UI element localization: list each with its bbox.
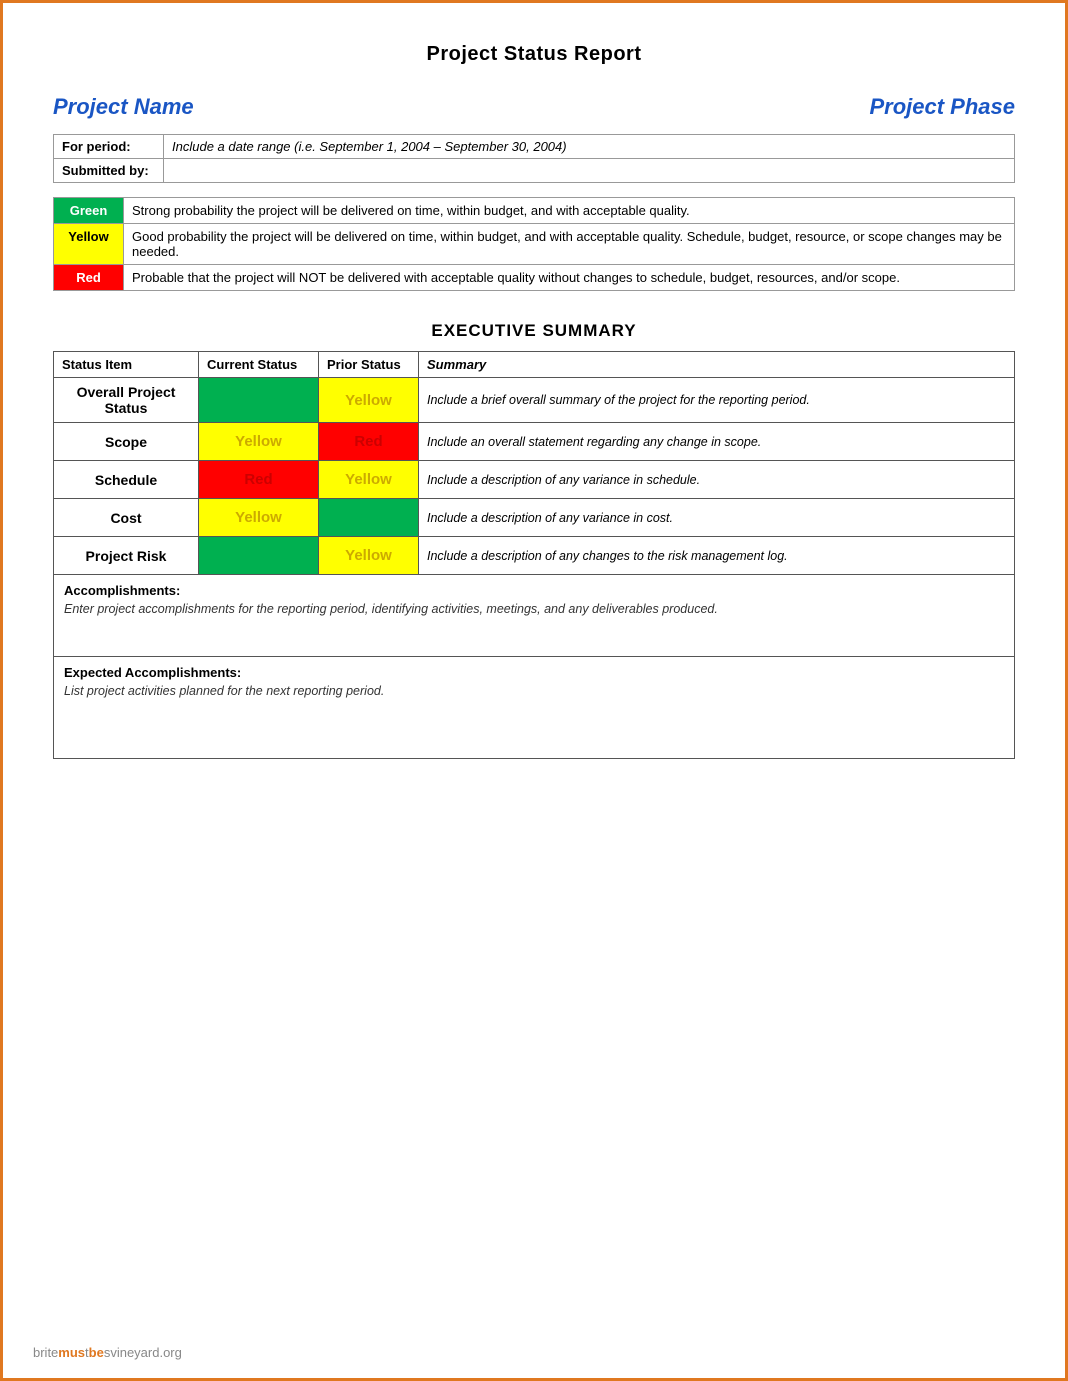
- current-status-1: Yellow: [199, 423, 319, 461]
- summary-4: Include a description of any changes to …: [419, 537, 1015, 575]
- summary-0: Include a brief overall summary of the p…: [419, 378, 1015, 423]
- current-status-2: Red: [199, 461, 319, 499]
- executive-summary-title: EXECUTIVE SUMMARY: [53, 321, 1015, 341]
- expected-title: Expected Accomplishments:: [64, 665, 1004, 680]
- prior-status-0: Yellow: [319, 378, 419, 423]
- legend-red-desc: Probable that the project will NOT be de…: [124, 265, 1015, 291]
- info-table: For period: Include a date range (i.e. S…: [53, 134, 1015, 183]
- table-row: CostYellowGreenInclude a description of …: [54, 499, 1015, 537]
- current-status-4: Green: [199, 537, 319, 575]
- th-current-status: Current Status: [199, 352, 319, 378]
- legend-green-label: Green: [54, 198, 124, 224]
- status-item-4: Project Risk: [54, 537, 199, 575]
- legend-table: Green Strong probability the project wil…: [53, 197, 1015, 291]
- page-title: Project Status Report: [53, 43, 1015, 66]
- summary-3: Include a description of any variance in…: [419, 499, 1015, 537]
- legend-yellow-row: Yellow Good probability the project will…: [54, 224, 1015, 265]
- submitted-label: Submitted by:: [54, 159, 164, 183]
- prior-status-1: Red: [319, 423, 419, 461]
- status-item-3: Cost: [54, 499, 199, 537]
- th-status-item: Status Item: [54, 352, 199, 378]
- expected-text: List project activities planned for the …: [64, 684, 1004, 698]
- prior-status-4: Yellow: [319, 537, 419, 575]
- prior-status-3: Green: [319, 499, 419, 537]
- footer-watermark: britemustbesvineyard.org: [33, 1345, 182, 1360]
- accomplishments-section: Accomplishments: Enter project accomplis…: [53, 575, 1015, 657]
- submitted-value: [164, 159, 1015, 183]
- legend-green-desc: Strong probability the project will be d…: [124, 198, 1015, 224]
- summary-2: Include a description of any variance in…: [419, 461, 1015, 499]
- expected-section: Expected Accomplishments: List project a…: [53, 657, 1015, 759]
- project-name-label: Project Name: [53, 94, 194, 120]
- th-summary: Summary: [419, 352, 1015, 378]
- accomplishments-title: Accomplishments:: [64, 583, 1004, 598]
- executive-summary-table: Status Item Current Status Prior Status …: [53, 351, 1015, 575]
- project-phase-label: Project Phase: [869, 94, 1015, 120]
- summary-1: Include an overall statement regarding a…: [419, 423, 1015, 461]
- status-item-2: Schedule: [54, 461, 199, 499]
- legend-red-row: Red Probable that the project will NOT b…: [54, 265, 1015, 291]
- prior-status-2: Yellow: [319, 461, 419, 499]
- current-status-0: Green: [199, 378, 319, 423]
- table-row: ScheduleRedYellowInclude a description o…: [54, 461, 1015, 499]
- legend-green-row: Green Strong probability the project wil…: [54, 198, 1015, 224]
- status-item-0: Overall Project Status: [54, 378, 199, 423]
- period-label: For period:: [54, 135, 164, 159]
- legend-yellow-label: Yellow: [54, 224, 124, 265]
- current-status-3: Yellow: [199, 499, 319, 537]
- legend-yellow-desc: Good probability the project will be del…: [124, 224, 1015, 265]
- legend-red-label: Red: [54, 265, 124, 291]
- table-row: ScopeYellowRedInclude an overall stateme…: [54, 423, 1015, 461]
- period-value: Include a date range (i.e. September 1, …: [164, 135, 1015, 159]
- table-row: Project RiskGreenYellowInclude a descrip…: [54, 537, 1015, 575]
- status-item-1: Scope: [54, 423, 199, 461]
- table-row: Overall Project StatusGreenYellowInclude…: [54, 378, 1015, 423]
- th-prior-status: Prior Status: [319, 352, 419, 378]
- accomplishments-text: Enter project accomplishments for the re…: [64, 602, 1004, 616]
